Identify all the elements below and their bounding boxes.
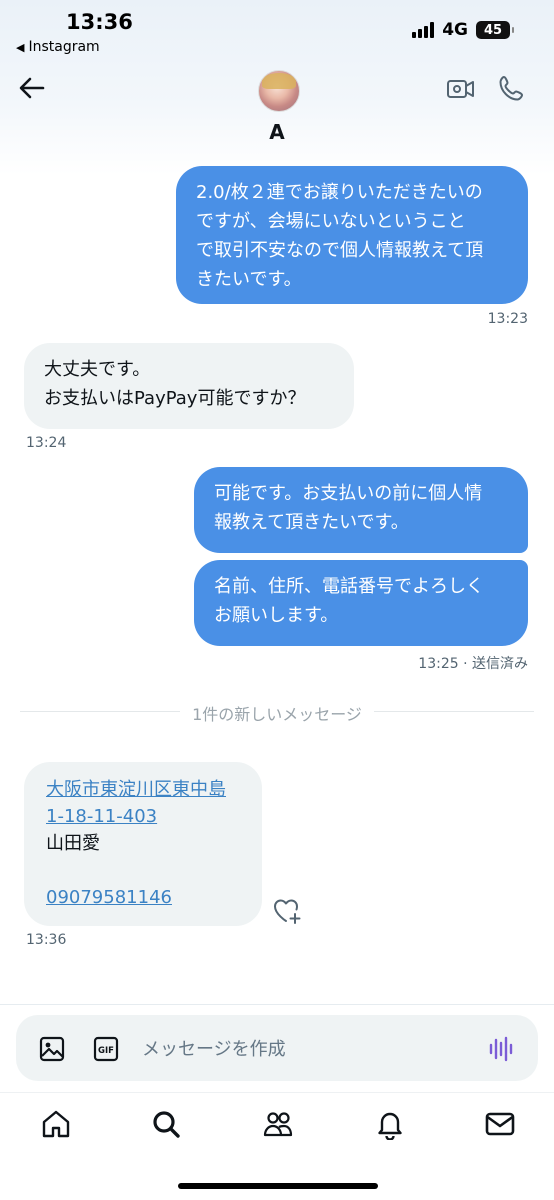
contact-name[interactable]: A xyxy=(0,120,554,144)
home-indicator xyxy=(178,1183,378,1189)
phone-call-icon[interactable] xyxy=(498,74,526,102)
network-type: 4G xyxy=(442,20,468,40)
message-text-line: ですが、会場にいないということ xyxy=(196,211,466,232)
message-status-timestamp: 13:25 · 送信済み xyxy=(418,656,528,672)
message-text-line: 2.0/枚２連でお譲りいただきたいの xyxy=(196,182,483,203)
message-input[interactable] xyxy=(140,1030,464,1068)
gif-label: GIF xyxy=(98,1046,114,1056)
outgoing-message-bubble[interactable]: 可能です。お支払いの前に個人情 報教えて頂きたいです。 xyxy=(194,467,528,553)
incoming-message-bubble[interactable]: 大丈夫です。 お支払いはPayPay可能ですか？ xyxy=(24,343,354,429)
phone-number-link[interactable]: 09079581146 xyxy=(46,884,240,911)
message-text-line: で取引不安なので個人情報教えて頂 xyxy=(196,240,484,261)
communities-icon[interactable] xyxy=(262,1108,294,1140)
message-text-line: お願いします。 xyxy=(214,605,339,626)
battery-icon: 45 xyxy=(476,21,514,39)
messages-icon[interactable] xyxy=(484,1108,516,1140)
message-text-line: 可能です。お支払いの前に個人情 xyxy=(214,483,483,504)
back-app-label: Instagram xyxy=(28,39,100,55)
battery-level: 45 xyxy=(483,22,503,38)
message-timestamp: 13:36 xyxy=(26,932,67,948)
status-indicators: 4G 45 xyxy=(412,20,514,40)
video-call-icon[interactable] xyxy=(446,75,476,103)
contact-avatar[interactable] xyxy=(258,70,300,112)
incoming-message-bubble[interactable]: 大阪市東淀川区東中島 1-18-11-403 山田愛 09079581146 xyxy=(24,762,262,926)
gif-icon[interactable]: GIF xyxy=(92,1035,120,1063)
new-messages-divider: 1件の新しいメッセージ xyxy=(0,701,554,725)
message-text-line: 報教えて頂きたいです。 xyxy=(214,512,409,533)
address-link[interactable]: 1-18-11-403 xyxy=(46,803,240,830)
status-time: 13:36 xyxy=(66,10,133,34)
voice-message-icon[interactable] xyxy=(486,1034,516,1064)
message-text-line: きたいです。 xyxy=(196,269,302,290)
back-triangle-icon: ◀ xyxy=(16,40,25,54)
message-text-line: お支払いはPayPay可能ですか？ xyxy=(44,388,306,409)
outgoing-message-bubble[interactable]: 2.0/枚２連でお譲りいただきたいの ですが、会場にいないということ で取引不安… xyxy=(176,166,528,304)
message-text-line: 大丈夫です。 xyxy=(44,359,151,380)
home-icon[interactable] xyxy=(40,1108,72,1140)
search-icon[interactable] xyxy=(150,1108,182,1140)
message-text-line: 名前、住所、電話番号でよろしく xyxy=(214,576,484,597)
nav-separator xyxy=(0,1092,554,1093)
back-arrow-icon[interactable] xyxy=(18,74,46,102)
notifications-icon[interactable] xyxy=(374,1108,406,1140)
composer-separator xyxy=(0,1004,554,1005)
add-reaction-heart-icon[interactable] xyxy=(272,897,302,925)
new-messages-label: 1件の新しいメッセージ xyxy=(180,705,374,724)
message-text-line: 山田愛 xyxy=(46,833,100,854)
message-timestamp: 13:23 xyxy=(487,311,528,327)
message-timestamp: 13:24 xyxy=(26,435,67,451)
image-icon[interactable] xyxy=(38,1035,66,1063)
outgoing-message-bubble[interactable]: 名前、住所、電話番号でよろしく お願いします。 xyxy=(194,560,528,646)
address-link[interactable]: 大阪市東淀川区東中島 xyxy=(46,776,240,803)
back-to-app-link[interactable]: ◀ Instagram xyxy=(16,39,100,55)
cellular-signal-icon xyxy=(412,22,435,38)
